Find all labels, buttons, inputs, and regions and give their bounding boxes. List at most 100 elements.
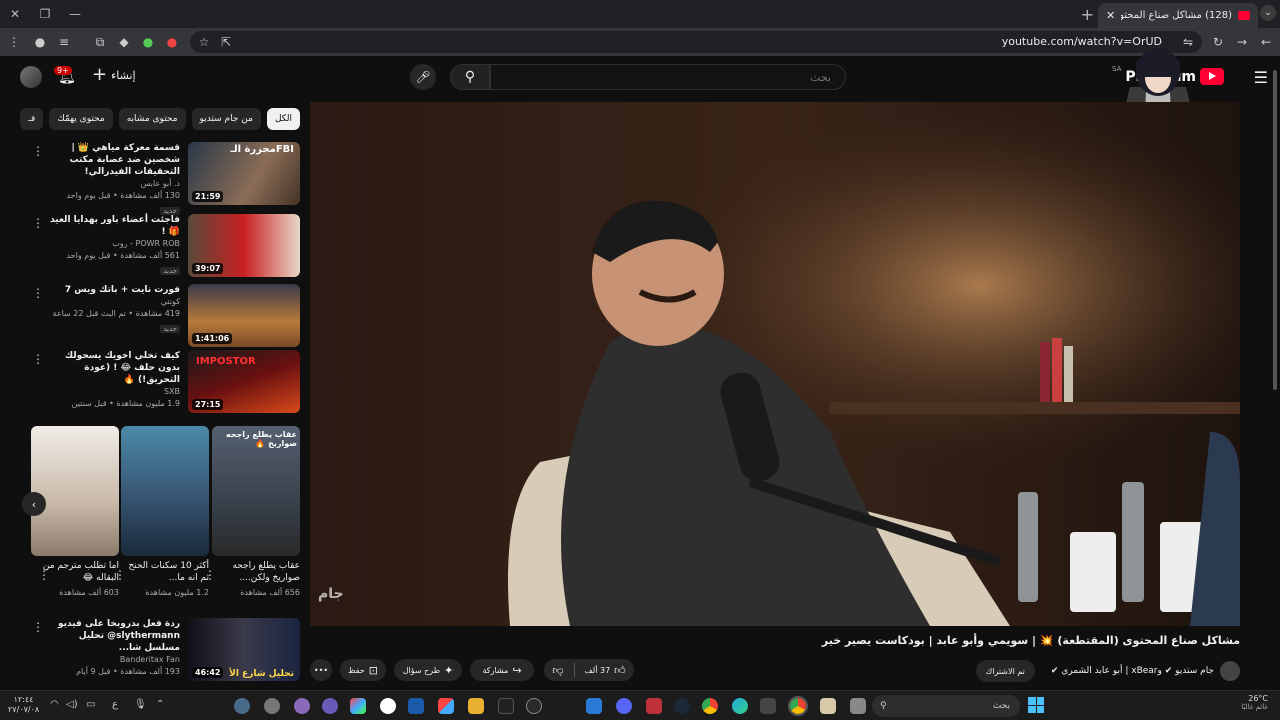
app-purple-icon[interactable] [294,698,310,714]
list-item[interactable]: مجزرة الـFBI 21:59 قسمة معركة مياهي 👑 | … [30,142,300,215]
channel-name[interactable]: SXB [50,386,180,398]
subscribed-button[interactable]: تم الاشتراك [975,660,1035,682]
list-item[interactable]: 39:07 فاجئت أعضاء باور بهدايا العيد 🎁 ! … [30,214,300,280]
video-thumbnail[interactable]: IMPOSTOR 27:15 [188,350,300,413]
short-title[interactable]: أكثر 10 سكنات الحنح ثم انه ما... [121,560,209,584]
more-actions-kebab-icon[interactable]: ⋮ [114,568,126,582]
short-thumbnail[interactable] [121,426,209,556]
volume-icon[interactable]: ◁) [66,699,78,710]
list-item[interactable]: IMPOSTOR 27:15 كيف تخلي اخويك يسحولك بدو… [30,350,300,416]
epic-games-icon[interactable] [498,698,514,714]
more-actions-kebab-icon[interactable]: ⋮ [38,568,50,582]
voice-search-mic-icon[interactable]: 🎤︎ [410,64,436,90]
tray-overflow-chevron-icon[interactable]: ⌃ [156,699,164,710]
profile-icon[interactable]: ● [32,34,48,50]
channel-name[interactable]: POWR ROB - روب [50,238,180,250]
app-violet-icon[interactable] [322,698,338,714]
back-icon[interactable]: ← [1258,34,1274,50]
app-colorful-icon[interactable] [350,698,366,714]
video-title[interactable]: ردة فعل بدروبخا على فيديو slythermann@ ت… [50,618,180,654]
chip-all[interactable]: الكل [266,108,300,130]
shorts-previous-arrow-icon[interactable]: ‹ [22,492,46,516]
more-actions-kebab-icon[interactable]: ⋮ [32,144,44,158]
edge-icon[interactable] [732,698,748,714]
video-title[interactable]: فورت نايت + باتك ويس 7 [50,284,180,296]
channel-name[interactable]: د. أبو عابس [50,178,180,190]
create-button[interactable]: + إنشاء [92,66,136,84]
dislike-thumb-icon[interactable]: 👎︎ [552,664,563,677]
window-maximize-button[interactable]: ❐ [30,0,60,28]
more-actions-button[interactable]: ••• [310,659,332,681]
wikipedia-icon[interactable] [380,698,396,714]
tab-youtube[interactable]: (128) مشاكل صناع المحتوى ( ✕ [1098,3,1258,28]
extensions-icon[interactable]: ⧉ [92,34,108,50]
app-grey-icon[interactable] [760,698,776,714]
save-button[interactable]: ⊡ حفظ [340,659,386,681]
short-title[interactable]: عقاب يطلع راجحه صواريخ ولكن.... [212,560,300,584]
channel-names[interactable]: جام ستديو ✔ وxBear | أبو عابد الشمري ✔ [1051,666,1214,676]
video-thumbnail[interactable]: تحليل شارع الأ 46:42 [188,618,300,681]
app-red-icon[interactable] [646,698,662,714]
video-thumbnail[interactable]: 1:41:06 [188,284,300,347]
chrome-active-icon[interactable] [788,696,808,716]
install-app-icon[interactable]: ⇱ [218,34,234,50]
settings-gear-icon[interactable] [234,698,250,714]
video-player[interactable]: جام [310,102,1240,626]
microphone-icon[interactable]: 🎙︎ [134,699,147,710]
new-tab-button[interactable]: + [1081,5,1094,24]
video-title[interactable]: كيف تخلي اخويك يسحولك بدون حلف 😂 ! (عودة… [50,350,180,386]
task-view-icon[interactable] [850,698,866,714]
share-button[interactable]: ↪ مشاركة [470,659,534,681]
hamburger-menu-icon[interactable]: ☰ [1254,68,1268,87]
list-item[interactable]: 1:41:06 فورت نايت + باتك ويس 7 كونتي 419… [30,284,300,350]
steam-icon[interactable] [674,698,690,714]
extension-diamond-icon[interactable]: ◆ [116,34,132,50]
channel-avatar[interactable] [1220,661,1240,681]
video-thumbnail[interactable]: 39:07 [188,214,300,277]
search-box[interactable] [490,64,846,90]
weather-widget[interactable]: 26°C غائم غالبًا [1241,694,1268,711]
more-actions-kebab-icon[interactable]: ⋮ [32,352,44,366]
short-thumbnail[interactable]: عقاب يطلع راجحه صواريخ 🔥 [212,426,300,556]
extension-red-icon[interactable]: ● [164,34,180,50]
system-clock[interactable]: ١٢:٤٤ ٢٧/٠٧/٠٨ [8,695,39,715]
app-circle-icon[interactable] [526,698,542,714]
more-actions-kebab-icon[interactable]: ⋮ [32,286,44,300]
search-button[interactable]: ⚲ [450,64,490,90]
discord-icon[interactable] [616,698,632,714]
channel-name[interactable]: كونتي [50,296,180,308]
window-close-button[interactable]: ✕ [0,0,30,28]
list-item[interactable]: تحليل شارع الأ 46:42 ردة فعل بدروبخا على… [30,618,300,684]
obs-icon[interactable] [264,698,280,714]
short-info[interactable]: أكثر 10 سكنات الحنح ثم انه ما... 1.2 ملي… [121,560,209,597]
windows-store-icon[interactable] [438,698,454,714]
chip-for-you[interactable]: محتوى يهمّك [49,108,113,130]
video-title[interactable]: فاجئت أعضاء باور بهدايا العيد 🎁 ! [50,214,180,238]
tab-close-icon[interactable]: ✕ [1106,9,1115,22]
avatar[interactable] [20,66,42,88]
reading-list-icon[interactable]: ≡ [56,34,72,50]
search-input[interactable] [491,65,845,89]
ask-button[interactable]: ✦ طرح سؤال [394,659,462,681]
short-info[interactable]: عقاب يطلع راجحه صواريخ ولكن.... 656 ألف … [212,560,300,597]
language-indicator[interactable]: ع [112,699,118,710]
file-explorer-icon[interactable] [820,698,836,714]
page-scrollbar[interactable] [1272,60,1278,460]
taskbar-search-box[interactable]: بحث ⚲ [872,695,1020,717]
windows-start-icon[interactable] [1028,697,1044,713]
more-actions-kebab-icon[interactable]: ⋮ [204,568,216,582]
battery-icon[interactable]: ▭ [86,699,95,710]
app-yellow-icon[interactable] [468,698,484,714]
chrome-icon[interactable] [702,698,718,714]
like-count[interactable]: 37 ألف [585,666,611,675]
like-thumb-icon[interactable]: 👍︎ [614,664,626,677]
window-minimize-button[interactable]: — [60,0,90,28]
tab-search-icon[interactable]: ⌄ [1260,5,1276,21]
menu-kebab-icon[interactable]: ⋮ [6,34,22,50]
wifi-icon[interactable]: ◠ [50,699,59,710]
extension-green-icon[interactable]: ● [140,34,156,50]
chip-from-channel[interactable]: من جام ستديو [191,108,261,130]
more-actions-kebab-icon[interactable]: ⋮ [32,216,44,230]
app-blue-icon[interactable] [408,698,424,714]
channel-name[interactable]: Banderitax Fan [50,654,180,666]
